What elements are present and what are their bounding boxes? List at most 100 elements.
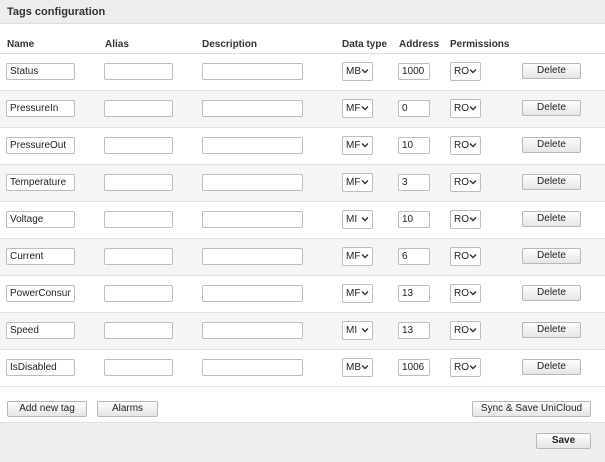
tag-alias-field[interactable]: [104, 322, 173, 339]
chevron-down-icon: [469, 141, 477, 149]
column-header-data-type: Data type: [342, 39, 388, 50]
tag-name-field[interactable]: [6, 211, 75, 228]
tag-alias-field[interactable]: [104, 359, 173, 376]
delete-button[interactable]: Delete: [522, 359, 581, 375]
delete-button[interactable]: Delete: [522, 322, 581, 338]
tag-address-field[interactable]: [398, 137, 430, 154]
delete-button[interactable]: Delete: [522, 285, 581, 301]
tag-name-field[interactable]: [6, 322, 75, 339]
tag-name-field[interactable]: [6, 137, 75, 154]
data-type-select[interactable]: MB: [342, 358, 373, 377]
data-type-select[interactable]: MI: [342, 321, 373, 340]
panel-title: Tags configuration: [7, 6, 106, 18]
tag-address-field[interactable]: [398, 285, 430, 302]
data-type-value: MB: [346, 362, 361, 373]
data-type-select[interactable]: MI: [342, 210, 373, 229]
chevron-down-icon: [361, 252, 369, 260]
permissions-select[interactable]: RO: [450, 173, 481, 192]
delete-button[interactable]: Delete: [522, 248, 581, 264]
permissions-select[interactable]: RO: [450, 321, 481, 340]
data-type-select[interactable]: MF: [342, 99, 373, 118]
tag-alias-field[interactable]: [104, 174, 173, 191]
data-type-select[interactable]: MF: [342, 136, 373, 155]
tag-description-field[interactable]: [202, 322, 303, 339]
permissions-select[interactable]: RO: [450, 358, 481, 377]
chevron-down-icon: [361, 104, 369, 112]
chevron-down-icon: [469, 215, 477, 223]
delete-button[interactable]: Delete: [522, 100, 581, 116]
alarms-button[interactable]: Alarms: [97, 401, 158, 417]
delete-button[interactable]: Delete: [522, 63, 581, 79]
save-button[interactable]: Save: [536, 433, 591, 449]
chevron-down-icon: [469, 178, 477, 186]
data-type-value: MF: [346, 103, 361, 114]
tag-alias-field[interactable]: [104, 63, 173, 80]
tag-alias-field[interactable]: [104, 248, 173, 265]
permissions-value: RO: [454, 66, 469, 77]
tag-address-field[interactable]: [398, 211, 430, 228]
permissions-value: RO: [454, 140, 469, 151]
data-type-select[interactable]: MF: [342, 247, 373, 266]
chevron-down-icon: [361, 289, 369, 297]
tag-description-field[interactable]: [202, 174, 303, 191]
tag-description-field[interactable]: [202, 359, 303, 376]
data-type-value: MF: [346, 140, 361, 151]
tag-description-field[interactable]: [202, 248, 303, 265]
chevron-down-icon: [361, 141, 369, 149]
tag-alias-field[interactable]: [104, 211, 173, 228]
tag-name-field[interactable]: [6, 100, 75, 117]
panel-header: Tags configuration: [0, 0, 605, 24]
tag-name-field[interactable]: [6, 63, 75, 80]
tag-address-field[interactable]: [398, 63, 430, 80]
table-row: MF RO Delete: [0, 276, 605, 313]
table-row: MF RO Delete: [0, 128, 605, 165]
permissions-select[interactable]: RO: [450, 247, 481, 266]
table-row: MF RO Delete: [0, 239, 605, 276]
tag-name-field[interactable]: [6, 359, 75, 376]
permissions-select[interactable]: RO: [450, 99, 481, 118]
permissions-value: RO: [454, 214, 469, 225]
tag-address-field[interactable]: [398, 359, 430, 376]
tag-name-field[interactable]: [6, 174, 75, 191]
tag-name-field[interactable]: [6, 285, 75, 302]
tag-description-field[interactable]: [202, 211, 303, 228]
table-row: MB RO Delete: [0, 54, 605, 91]
tag-description-field[interactable]: [202, 137, 303, 154]
tag-address-field[interactable]: [398, 174, 430, 191]
add-new-tag-button[interactable]: Add new tag: [7, 401, 87, 417]
column-header-permissions: Permissions: [450, 39, 510, 50]
table-row: MI RO Delete: [0, 313, 605, 350]
permissions-select[interactable]: RO: [450, 136, 481, 155]
data-type-value: MB: [346, 66, 361, 77]
chevron-down-icon: [361, 67, 369, 75]
permissions-select[interactable]: RO: [450, 62, 481, 81]
tag-name-field[interactable]: [6, 248, 75, 265]
tag-address-field[interactable]: [398, 100, 430, 117]
table-row: MF RO Delete: [0, 91, 605, 128]
chevron-down-icon: [469, 104, 477, 112]
permissions-select[interactable]: RO: [450, 210, 481, 229]
tag-description-field[interactable]: [202, 100, 303, 117]
data-type-select[interactable]: MB: [342, 62, 373, 81]
chevron-down-icon: [361, 215, 369, 223]
delete-button[interactable]: Delete: [522, 137, 581, 153]
data-type-select[interactable]: MF: [342, 173, 373, 192]
data-type-select[interactable]: MF: [342, 284, 373, 303]
tag-alias-field[interactable]: [104, 137, 173, 154]
sync-save-unicloud-button[interactable]: Sync & Save UniCloud: [472, 401, 591, 417]
tag-address-field[interactable]: [398, 322, 430, 339]
column-header-description: Description: [202, 39, 258, 50]
delete-button[interactable]: Delete: [522, 174, 581, 190]
tag-address-field[interactable]: [398, 248, 430, 265]
chevron-down-icon: [469, 326, 477, 334]
tag-description-field[interactable]: [202, 285, 303, 302]
tag-alias-field[interactable]: [104, 100, 173, 117]
permissions-value: RO: [454, 325, 469, 336]
chevron-down-icon: [469, 252, 477, 260]
permissions-value: RO: [454, 177, 469, 188]
permissions-select[interactable]: RO: [450, 284, 481, 303]
delete-button[interactable]: Delete: [522, 211, 581, 227]
column-header-alias: Alias: [105, 39, 129, 50]
tag-alias-field[interactable]: [104, 285, 173, 302]
tag-description-field[interactable]: [202, 63, 303, 80]
